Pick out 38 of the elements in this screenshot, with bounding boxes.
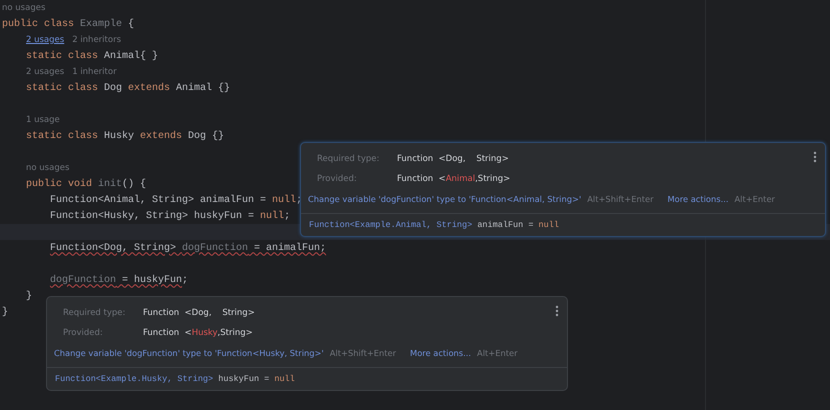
type-label: Required type: [317, 154, 380, 164]
shortcut-hint: Alt+Shift+Enter [587, 194, 654, 204]
code-line: static class Animal{ } [26, 50, 158, 62]
declaration-preview: Function<Example.Animal, String> animalFun = null [309, 220, 559, 230]
type-value: Function <Animal,String> [397, 174, 510, 184]
shortcut-hint: Alt+Enter [477, 348, 518, 358]
type-label: Provided: [317, 174, 358, 184]
declaration-preview: Function<Example.Husky, String> huskyFun = null [55, 374, 295, 384]
usage-hint: 2 usages [26, 67, 64, 77]
usage-hint: no usages [26, 163, 70, 173]
usage-hint: 2 inheritors [72, 35, 121, 45]
code-line: Function<Dog, String> dogFunction = animalFun; [50, 242, 326, 254]
quick-fix-link[interactable]: Change variable 'dogFunction' type to 'Function<Animal, String>' [308, 194, 582, 204]
more-options-icon[interactable] [555, 305, 559, 317]
code-line: public void init() { [26, 178, 146, 190]
code-line: dogFunction = huskyFun; [50, 274, 188, 286]
more-actions-link[interactable]: More actions... [410, 348, 472, 358]
type-value: Function <Husky,String> [143, 328, 253, 338]
code-line: Function<Husky, String> huskyFun = null; [50, 210, 290, 222]
code-line: static class Husky extends Dog {} [26, 130, 224, 142]
code-line: } [2, 306, 8, 318]
more-actions-link[interactable]: More actions... [668, 194, 728, 204]
type-label: Provided: [63, 328, 104, 338]
quick-fix-link[interactable]: Change variable 'dogFunction' type to 'Function<Husky, String>' [54, 348, 324, 358]
type-value: Function <Dog, String> [397, 154, 509, 164]
shortcut-hint: Alt+Shift+Enter [330, 348, 396, 358]
code-line: public class Example { [2, 18, 134, 30]
more-options-icon[interactable] [813, 151, 817, 163]
code-line: Function<Animal, String> animalFun = null; [50, 194, 302, 206]
code-line: static class Dog extends Animal {} [26, 82, 230, 94]
usage-hint: no usages [2, 3, 46, 13]
usages-link[interactable]: 2 usages [26, 35, 64, 45]
shortcut-hint: Alt+Enter [734, 194, 775, 204]
usage-hint: 1 inheritor [72, 67, 117, 77]
usage-hint: 1 usage [26, 115, 60, 125]
code-line: } [26, 290, 32, 302]
type-value: Function <Dog, String> [143, 308, 255, 318]
type-label: Required type: [63, 308, 126, 318]
